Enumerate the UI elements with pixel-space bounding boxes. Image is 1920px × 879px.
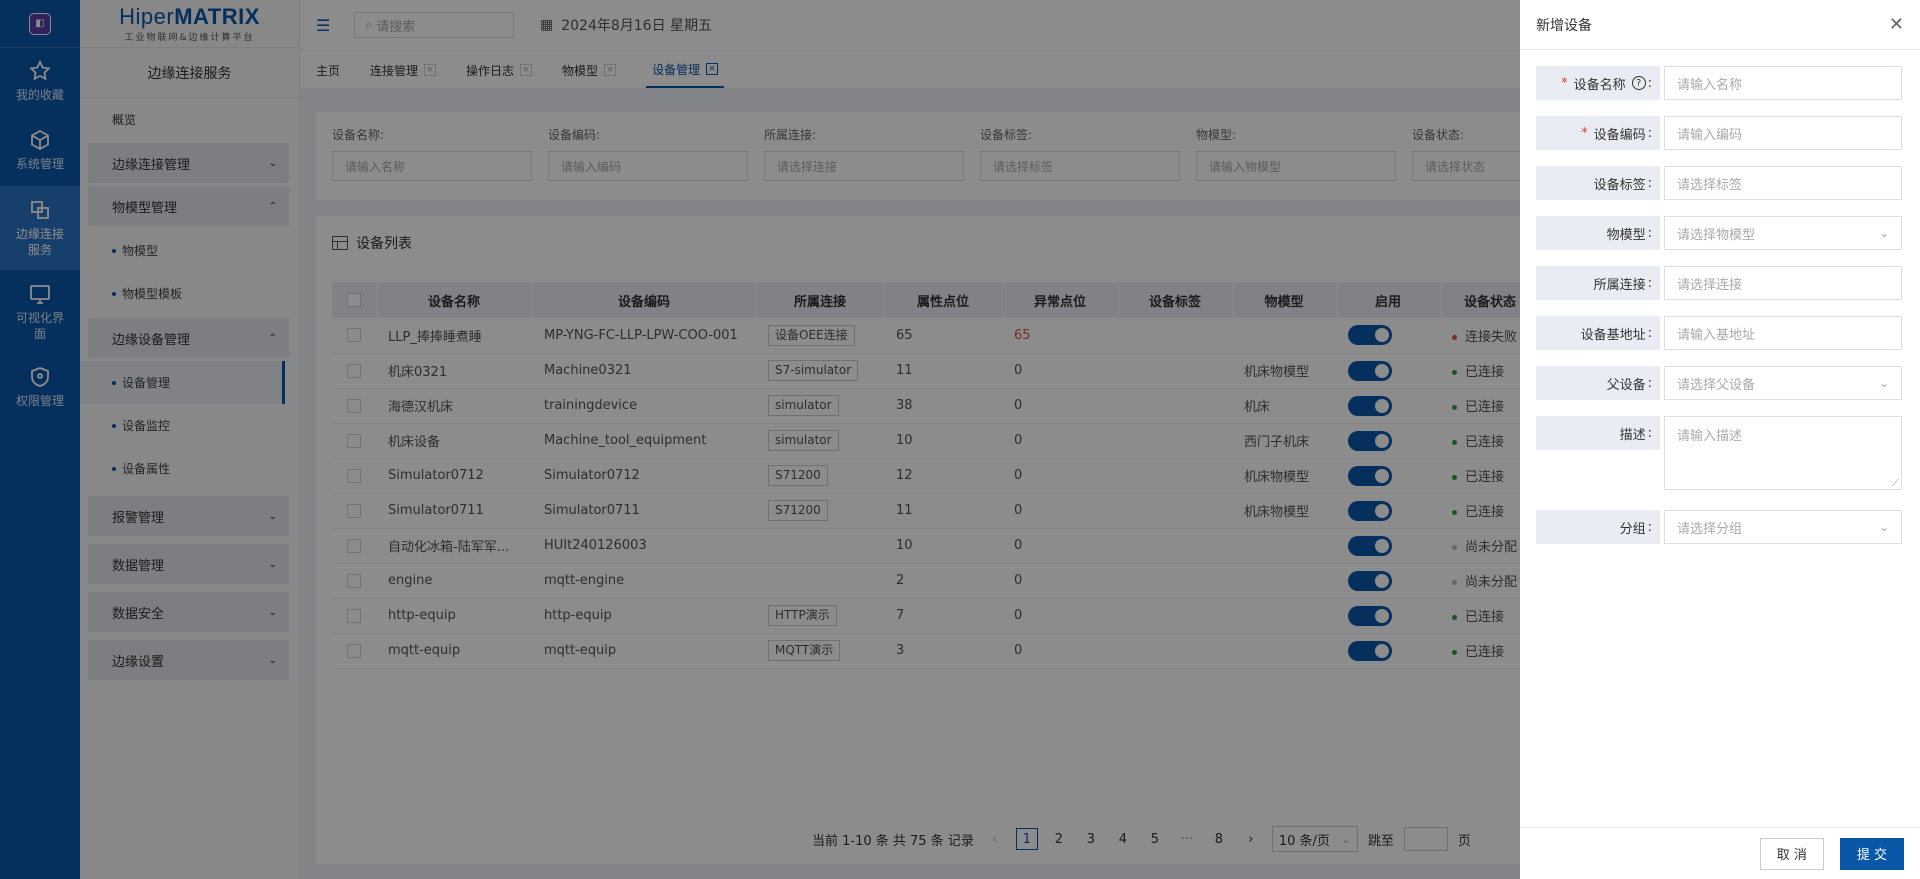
form-label-colon: : xyxy=(1647,125,1652,141)
form-label-text: 父设备 xyxy=(1606,377,1646,393)
form-row: * 设备名称?: 请输入名称 xyxy=(1536,66,1902,100)
chevron-down-icon: ⌄ xyxy=(1879,520,1889,534)
add-device-drawer: 新增设备 ✕ * 设备名称?: 请输入名称 * 设备编码: 请输入编码设备标签: 请选择标签… xyxy=(1520,0,1920,879)
chevron-down-icon: ⌄ xyxy=(1879,226,1889,240)
form-label-colon: : xyxy=(1647,75,1652,91)
required-mark: * xyxy=(1581,125,1588,141)
chevron-down-icon: ⌄ xyxy=(1879,376,1889,390)
form-label: 描述: xyxy=(1536,416,1660,450)
form-label-colon: : xyxy=(1647,519,1652,535)
form-input[interactable]: 请输入编码 xyxy=(1664,116,1902,150)
placeholder-text: 请选择标签 xyxy=(1677,177,1743,193)
form-label-colon: : xyxy=(1647,225,1652,241)
form-label: * 设备名称?: xyxy=(1536,66,1660,100)
form-label: 所属连接: xyxy=(1536,266,1660,300)
close-icon[interactable]: ✕ xyxy=(1889,14,1904,35)
form-label: 物模型: xyxy=(1536,216,1660,250)
form-row: 设备基地址: 请输入基地址 xyxy=(1536,316,1902,350)
modal-overlay[interactable] xyxy=(0,0,1520,879)
form-label-text: 设备名称 xyxy=(1573,77,1626,93)
form-row: 所属连接: 请选择连接 xyxy=(1536,266,1902,300)
form-row: 设备标签: 请选择标签 xyxy=(1536,166,1902,200)
form-label: * 设备编码: xyxy=(1536,116,1660,150)
form-input[interactable]: 请输入名称 xyxy=(1664,66,1902,100)
form-row: * 设备编码: 请输入编码 xyxy=(1536,116,1902,150)
form-label-text: 所属连接 xyxy=(1593,277,1646,293)
form-label-colon: : xyxy=(1647,425,1652,441)
form-label-colon: : xyxy=(1647,175,1652,191)
form-row: 分组: 请选择分组 ⌄ xyxy=(1536,510,1902,544)
form-input[interactable]: 请输入基地址 xyxy=(1664,316,1902,350)
help-icon[interactable]: ? xyxy=(1631,76,1646,90)
form-row: 描述: 请输入描述 xyxy=(1536,416,1902,490)
form-select[interactable]: 请选择物模型 ⌄ xyxy=(1664,216,1902,250)
form-label: 设备基地址: xyxy=(1536,316,1660,350)
placeholder-text: 请选择分组 xyxy=(1677,521,1743,537)
form-input[interactable]: 请选择连接 xyxy=(1664,266,1902,300)
placeholder-text: 请选择父设备 xyxy=(1677,377,1756,393)
placeholder-text: 请选择连接 xyxy=(1677,277,1743,293)
form-label-text: 设备编码 xyxy=(1593,127,1646,143)
form-label-text: 物模型 xyxy=(1606,227,1646,243)
form-input[interactable]: 请选择标签 xyxy=(1664,166,1902,200)
form-label-text: 设备标签 xyxy=(1593,177,1646,193)
form-label-colon: : xyxy=(1647,325,1652,341)
cancel-button[interactable]: 取 消 xyxy=(1759,837,1824,870)
form-select[interactable]: 请选择分组 ⌄ xyxy=(1664,510,1902,544)
placeholder-text: 请输入名称 xyxy=(1677,77,1743,93)
drawer-footer: 取 消 提 交 xyxy=(1520,827,1920,879)
form-label: 分组: xyxy=(1536,510,1660,544)
placeholder-text: 请选择物模型 xyxy=(1677,227,1756,243)
form-select[interactable]: 请选择父设备 ⌄ xyxy=(1664,366,1902,400)
form-label-text: 分组 xyxy=(1619,521,1646,537)
placeholder-text: 请输入基地址 xyxy=(1677,327,1756,343)
form-label: 父设备: xyxy=(1536,366,1660,400)
drawer-header: 新增设备 ✕ xyxy=(1520,0,1920,50)
form-label: 设备标签: xyxy=(1536,166,1660,200)
form-label-colon: : xyxy=(1647,275,1652,291)
form-label-text: 描述 xyxy=(1619,427,1646,443)
submit-button[interactable]: 提 交 xyxy=(1839,837,1904,870)
required-mark: * xyxy=(1561,75,1568,91)
placeholder-text: 请输入编码 xyxy=(1677,127,1743,143)
form-row: 父设备: 请选择父设备 ⌄ xyxy=(1536,366,1902,400)
drawer-title: 新增设备 xyxy=(1536,17,1592,34)
form-textarea[interactable]: 请输入描述 xyxy=(1664,416,1902,490)
form-row: 物模型: 请选择物模型 ⌄ xyxy=(1536,216,1902,250)
form-label-text: 设备基地址 xyxy=(1580,327,1646,343)
form-label-colon: : xyxy=(1647,375,1652,391)
placeholder-text: 请输入描述 xyxy=(1677,429,1743,444)
